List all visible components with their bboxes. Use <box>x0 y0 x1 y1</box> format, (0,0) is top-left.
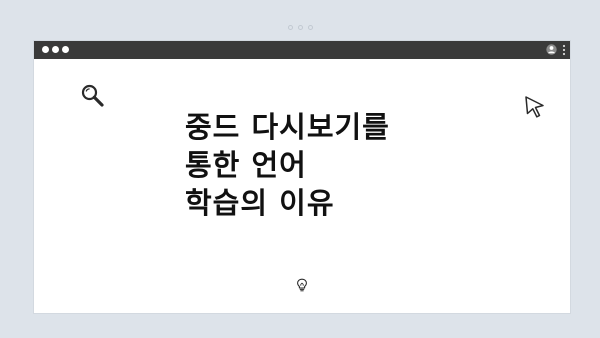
title-line: 중드 다시보기를 <box>185 110 390 144</box>
window-titlebar <box>34 41 570 59</box>
window-control-dot[interactable] <box>42 46 49 53</box>
window-control-dot[interactable] <box>62 46 69 53</box>
page-title: 중드 다시보기를 통한 언어 학습의 이유 <box>185 108 390 222</box>
kebab-menu-icon[interactable] <box>562 44 566 56</box>
window-control-dot[interactable] <box>52 46 59 53</box>
pager-dots <box>0 25 600 30</box>
title-line: 통한 언어 <box>185 148 307 182</box>
lightbulb-icon <box>297 278 307 292</box>
pager-dot[interactable] <box>297 25 303 30</box>
profile-icon[interactable] <box>546 44 557 55</box>
cursor-arrow-icon <box>525 96 544 118</box>
title-line: 학습의 이유 <box>185 186 335 220</box>
pager-dot[interactable] <box>307 25 313 30</box>
pager-dot[interactable] <box>287 25 293 30</box>
window-content: 중드 다시보기를 통한 언어 학습의 이유 <box>34 59 570 313</box>
search-icon <box>81 84 104 107</box>
browser-window: 중드 다시보기를 통한 언어 학습의 이유 <box>34 41 570 313</box>
